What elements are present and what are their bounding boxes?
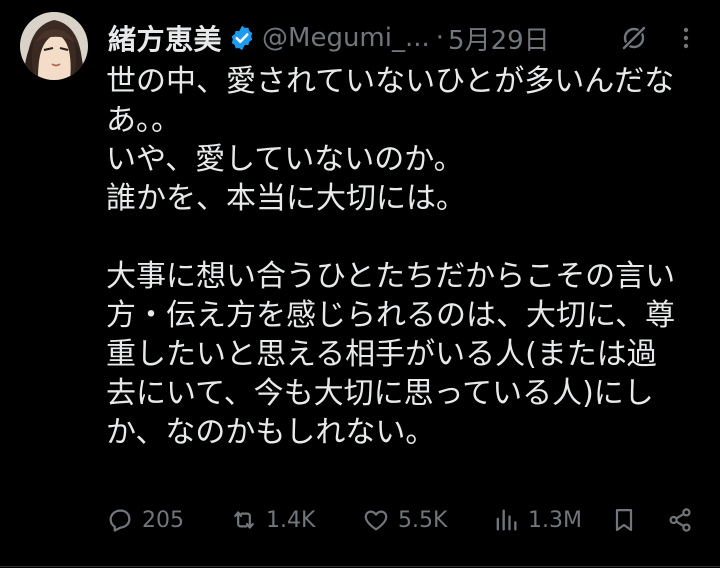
tweet-text-line: 大事に想い合うひとたちだからこその言い	[106, 259, 676, 294]
action-bar: 205 1.4K 5.5K 1.3M	[106, 500, 706, 540]
like-button[interactable]: 5.5K	[362, 500, 447, 540]
reply-button[interactable]: 205	[106, 500, 184, 540]
avatar[interactable]	[20, 12, 88, 80]
like-icon	[364, 510, 388, 531]
reply-count: 205	[142, 507, 184, 533]
author-display-name[interactable]: 緒方恵美	[108, 18, 222, 58]
tweet-text-line: か、なのかもしれない。	[106, 415, 436, 450]
retweet-button[interactable]: 1.4K	[230, 500, 315, 540]
tweet-text-line: いや、愛していないのか。	[106, 142, 464, 177]
tweet-text: 世の中、愛されていないひとが多いんだな あ。。 いや、愛していないのか。 誰かを…	[106, 62, 706, 452]
reply-icon	[109, 509, 131, 532]
tweet-header: 緒方恵美 @Megumi_... · 5月29日	[108, 14, 550, 62]
header-separator: ·	[435, 23, 445, 53]
grok-icon[interactable]	[620, 24, 648, 52]
retweet-icon	[234, 511, 254, 529]
share-button[interactable]	[666, 500, 694, 540]
tweet-text-line: 去にいて、今も大切に思っている人)にし	[106, 376, 654, 411]
tweet-text-line: 世の中、愛されていないひとが多いんだな	[106, 64, 675, 99]
retweet-count: 1.4K	[266, 507, 316, 533]
bookmark-icon	[615, 508, 633, 532]
views-icon	[496, 509, 517, 531]
share-icon	[669, 508, 691, 532]
tweet-date[interactable]: 5月29日	[448, 20, 550, 57]
view-count: 1.3M	[528, 507, 582, 533]
tweet-text-line: 誰かを、本当に大切には。	[106, 181, 466, 216]
tweet-text-line	[106, 218, 706, 257]
bookmark-button[interactable]	[610, 500, 638, 540]
avatar-image	[20, 12, 88, 80]
like-count: 5.5K	[398, 507, 448, 533]
tweet-text-line: 重したいと思える相手がいる人(または過	[106, 337, 657, 372]
tweet[interactable]: 緒方恵美 @Megumi_... · 5月29日 世の中、愛されていないひとが多…	[0, 0, 720, 568]
author-handle[interactable]: @Megumi_...	[262, 23, 430, 53]
more-options-icon[interactable]	[674, 24, 698, 52]
tweet-divider	[0, 566, 720, 567]
tweet-text-line: 方・伝え方を感じられるのは、大切に、尊	[106, 298, 676, 333]
tweet-text-line: あ。。	[106, 103, 181, 138]
verified-badge-icon[interactable]	[228, 24, 256, 52]
views-button[interactable]: 1.3M	[492, 500, 582, 540]
